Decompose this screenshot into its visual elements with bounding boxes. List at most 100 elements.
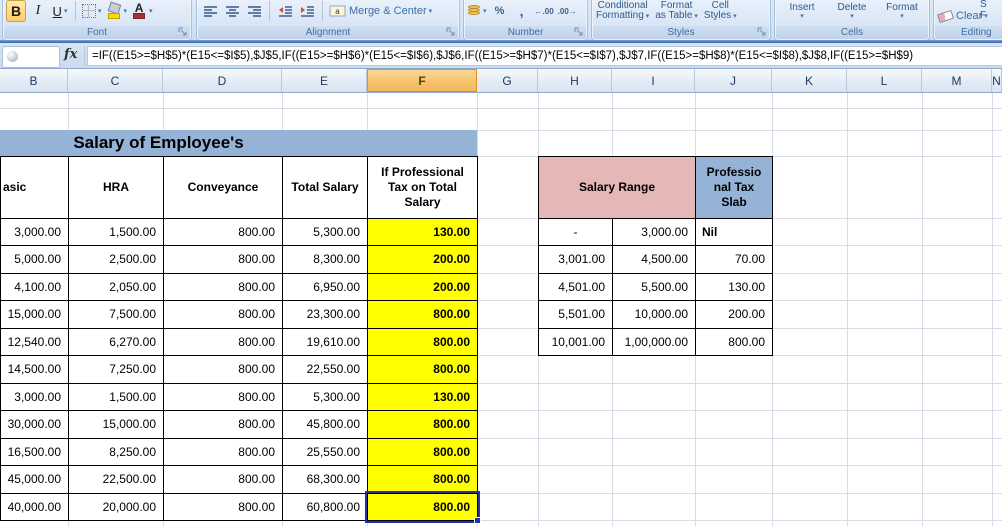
cell-J6[interactable]: 70.00: [695, 245, 773, 274]
borders-button[interactable]: ▾: [81, 0, 103, 22]
formula-input[interactable]: =IF((E15>=$H$5)*(E15<=$I$5),$J$5,IF((E15…: [87, 46, 1002, 66]
column-header-H[interactable]: H: [538, 69, 612, 92]
cell-F8[interactable]: 800.00: [367, 300, 478, 329]
cell-E8[interactable]: 23,300.00: [282, 300, 368, 329]
cell-D11[interactable]: 800.00: [163, 382, 283, 411]
comma-style-button[interactable]: ,: [512, 0, 532, 22]
column-header-D[interactable]: D: [163, 69, 282, 92]
cell-B8[interactable]: 15,000.00: [0, 300, 69, 329]
dialog-launcher-icon[interactable]: [178, 27, 188, 37]
cell-E6[interactable]: 8,300.00: [282, 245, 368, 274]
cell-I9[interactable]: 1,00,000.00: [612, 327, 696, 356]
cell-H6[interactable]: 3,001.00: [538, 245, 613, 274]
sort-filter-button-clipped[interactable]: S: [980, 0, 987, 10]
decrease-indent-button[interactable]: [275, 0, 295, 22]
cell-C13[interactable]: 8,250.00: [68, 437, 164, 466]
cell-D12[interactable]: 800.00: [163, 410, 283, 439]
sheet-title-cell[interactable]: Salary of Employee's: [0, 130, 477, 156]
cell-C9[interactable]: 6,270.00: [68, 327, 164, 356]
font-color-button[interactable]: A ▾: [130, 0, 154, 22]
cell-D10[interactable]: 800.00: [163, 355, 283, 384]
dialog-launcher-icon[interactable]: [446, 27, 456, 37]
cell-F13[interactable]: 800.00: [367, 437, 478, 466]
name-box[interactable]: [2, 46, 60, 68]
column-header-B[interactable]: B: [0, 69, 68, 92]
cell-E15[interactable]: 60,800.00: [282, 492, 368, 521]
cell-D4[interactable]: Conveyance: [163, 156, 283, 219]
bold-button[interactable]: B: [6, 0, 26, 22]
cell-J9[interactable]: 800.00: [695, 327, 773, 356]
cell-B14[interactable]: 45,000.00: [0, 465, 69, 494]
cell-D15[interactable]: 800.00: [163, 492, 283, 521]
cell-C5[interactable]: 1,500.00: [68, 217, 164, 246]
format-as-table-button[interactable]: Format as Table ▾: [654, 0, 699, 22]
cell-C12[interactable]: 15,000.00: [68, 410, 164, 439]
insert-button[interactable]: Insert ▾: [778, 0, 826, 22]
cell-B10[interactable]: 14,500.00: [0, 355, 69, 384]
align-center-button[interactable]: [222, 0, 242, 22]
column-header-N[interactable]: N: [992, 69, 1002, 92]
cell-C6[interactable]: 2,500.00: [68, 245, 164, 274]
cell-D8[interactable]: 800.00: [163, 300, 283, 329]
cell-J8[interactable]: 200.00: [695, 300, 773, 329]
column-header-K[interactable]: K: [772, 69, 847, 92]
cell-B4[interactable]: asic: [0, 156, 69, 219]
cell-C15[interactable]: 20,000.00: [68, 492, 164, 521]
column-header-F[interactable]: F: [367, 69, 477, 92]
cell-E11[interactable]: 5,300.00: [282, 382, 368, 411]
increase-indent-button[interactable]: [297, 0, 317, 22]
cell-B11[interactable]: 3,000.00: [0, 382, 69, 411]
cell-F14[interactable]: 800.00: [367, 465, 478, 494]
cell-I7[interactable]: 5,500.00: [612, 272, 696, 301]
merge-center-button[interactable]: a Merge & Center ▾: [328, 0, 433, 22]
cell-F11[interactable]: 130.00: [367, 382, 478, 411]
delete-button[interactable]: Delete ▾: [828, 0, 876, 22]
cell-C4[interactable]: HRA: [68, 156, 164, 219]
cell-H5[interactable]: -: [538, 217, 613, 246]
cell-E9[interactable]: 19,610.00: [282, 327, 368, 356]
cell-D14[interactable]: 800.00: [163, 465, 283, 494]
cell-D5[interactable]: 800.00: [163, 217, 283, 246]
cell-C8[interactable]: 7,500.00: [68, 300, 164, 329]
cell-I6[interactable]: 4,500.00: [612, 245, 696, 274]
find-select-button-clipped[interactable]: F: [980, 11, 986, 21]
cell-F4[interactable]: If Professional Tax on Total Salary: [367, 156, 478, 219]
active-cell-selection[interactable]: [365, 490, 481, 524]
column-header-C[interactable]: C: [68, 69, 163, 92]
cell-D7[interactable]: 800.00: [163, 272, 283, 301]
cell-E13[interactable]: 25,550.00: [282, 437, 368, 466]
cell-B12[interactable]: 30,000.00: [0, 410, 69, 439]
cell-D13[interactable]: 800.00: [163, 437, 283, 466]
cell-F7[interactable]: 200.00: [367, 272, 478, 301]
cell-D6[interactable]: 800.00: [163, 245, 283, 274]
cell-D9[interactable]: 800.00: [163, 327, 283, 356]
cell-B5[interactable]: 3,000.00: [0, 217, 69, 246]
align-right-button[interactable]: [244, 0, 264, 22]
fx-icon[interactable]: fx: [64, 47, 77, 62]
cell-J5[interactable]: Nil: [695, 217, 773, 246]
cell-J7[interactable]: 130.00: [695, 272, 773, 301]
dialog-launcher-icon[interactable]: [574, 27, 584, 37]
column-header-L[interactable]: L: [847, 69, 922, 92]
increase-decimal-button[interactable]: ←.00: [534, 0, 555, 22]
sheet-grid[interactable]: Salary of Employee's asic HRA Conveyance To…: [0, 93, 1002, 526]
cell-C11[interactable]: 1,500.00: [68, 382, 164, 411]
cell-E12[interactable]: 45,800.00: [282, 410, 368, 439]
column-header-G[interactable]: G: [477, 69, 538, 92]
cell-E14[interactable]: 68,300.00: [282, 465, 368, 494]
conditional-formatting-button[interactable]: Conditional Formatting ▾: [595, 0, 650, 22]
cell-tax-slab-header[interactable]: Professio nal Tax Slab: [695, 156, 773, 219]
cell-H7[interactable]: 4,501.00: [538, 272, 613, 301]
cell-B9[interactable]: 12,540.00: [0, 327, 69, 356]
cell-H9[interactable]: 10,001.00: [538, 327, 613, 356]
cell-B15[interactable]: 40,000.00: [0, 492, 69, 521]
cell-B6[interactable]: 5,000.00: [0, 245, 69, 274]
column-header-E[interactable]: E: [282, 69, 367, 92]
cell-H8[interactable]: 5,501.00: [538, 300, 613, 329]
column-header-I[interactable]: I: [612, 69, 695, 92]
cell-salary-range-header[interactable]: Salary Range: [538, 156, 696, 219]
underline-button[interactable]: U ▾: [50, 0, 70, 22]
cell-F12[interactable]: 800.00: [367, 410, 478, 439]
cell-F6[interactable]: 200.00: [367, 245, 478, 274]
cell-E4[interactable]: Total Salary: [282, 156, 368, 219]
